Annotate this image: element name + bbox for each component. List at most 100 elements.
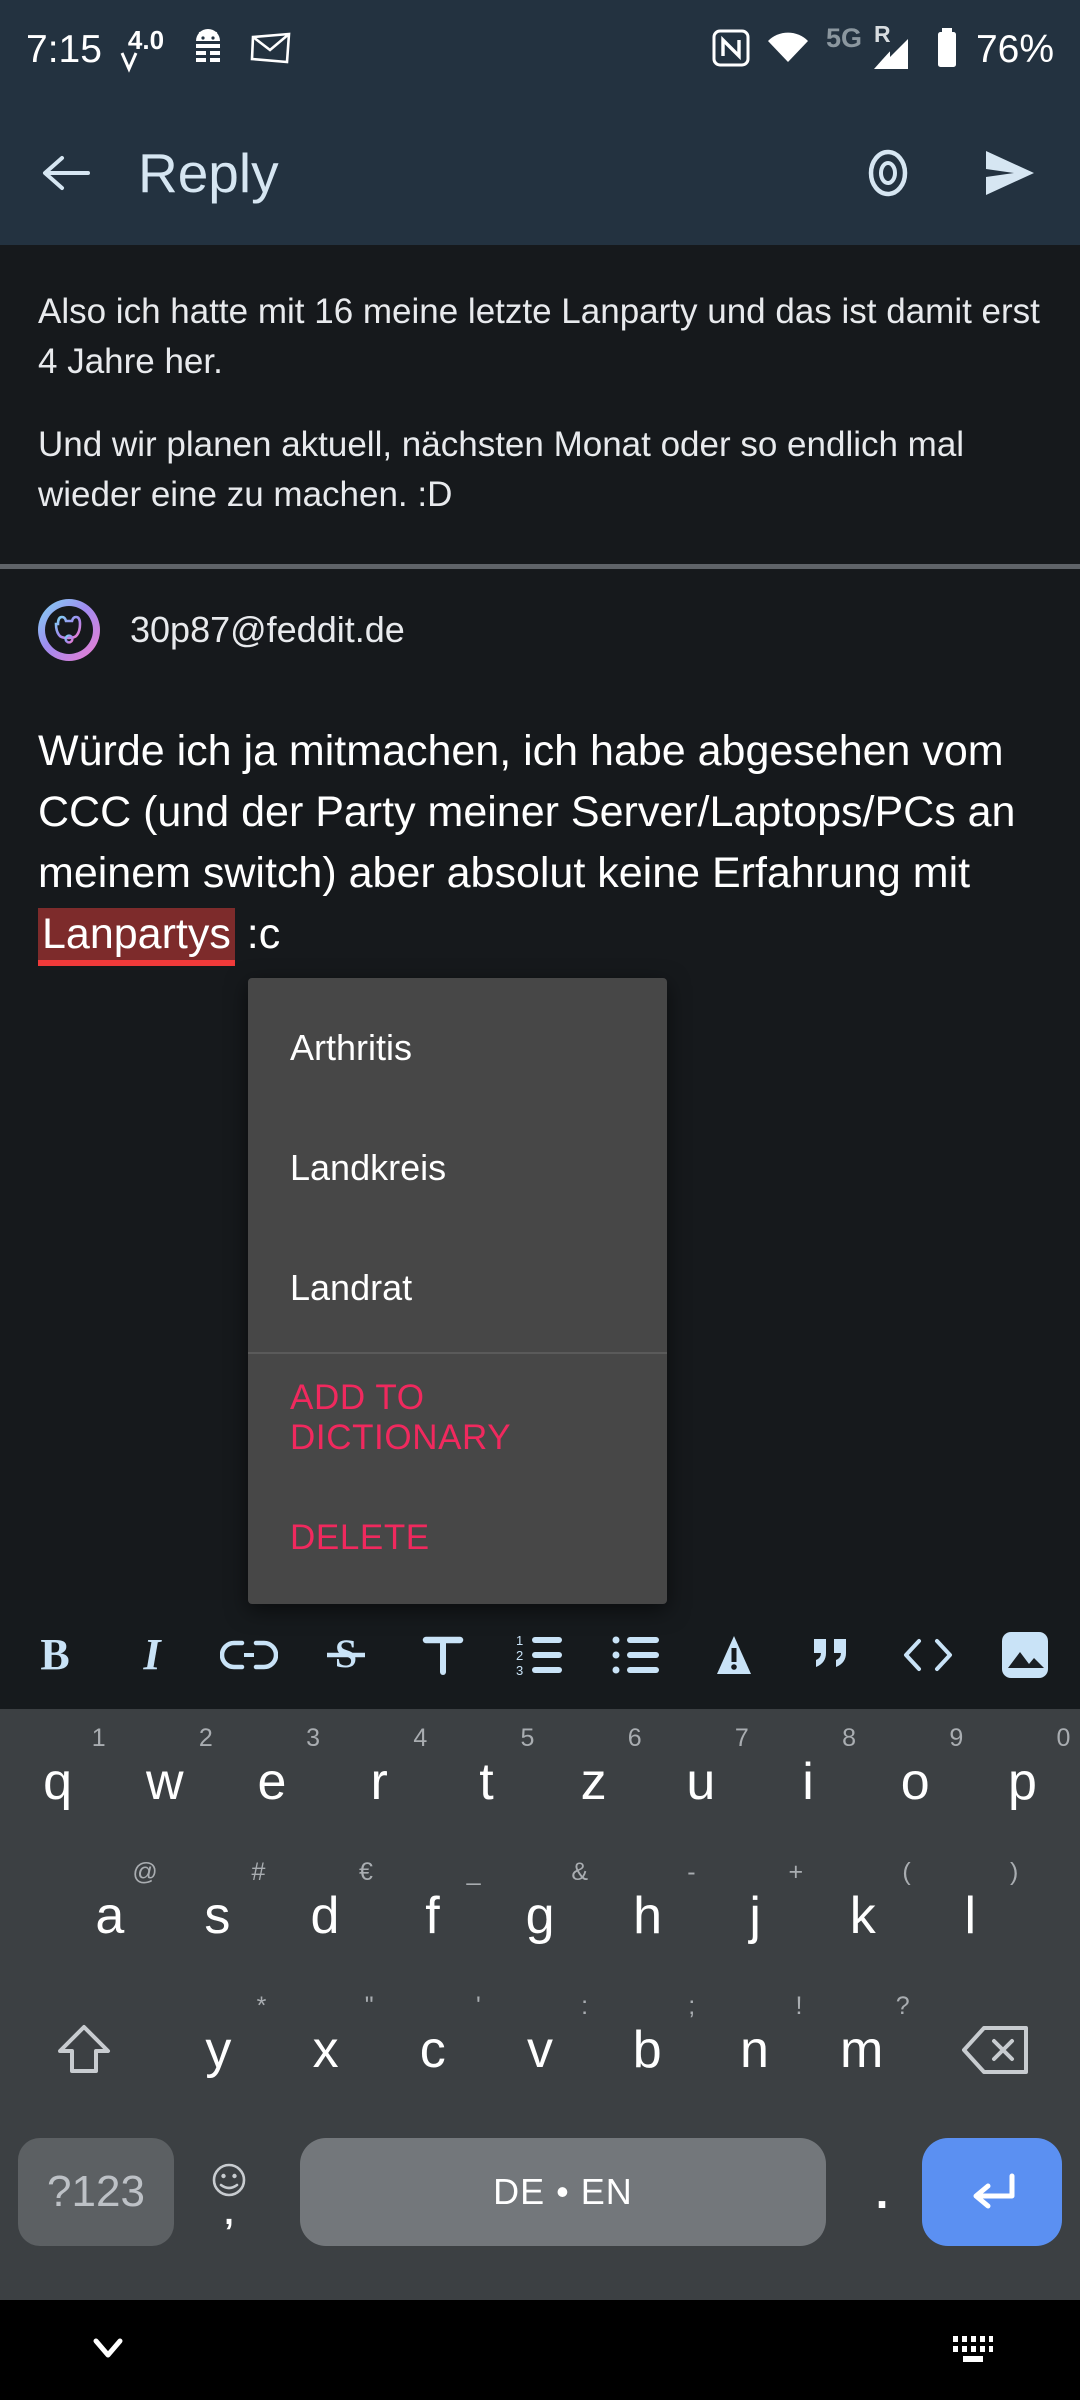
code-icon[interactable] xyxy=(891,1618,965,1692)
key-h[interactable]: -h xyxy=(594,1856,702,1976)
nfc-icon xyxy=(712,29,750,72)
avatar[interactable] xyxy=(38,598,100,661)
key-label: w xyxy=(146,1753,184,1811)
suggestion-item[interactable]: Landkreis xyxy=(248,1108,667,1228)
key-label: c xyxy=(419,2021,446,2079)
key-n[interactable]: ! n xyxy=(701,1990,808,2110)
svg-text:2: 2 xyxy=(516,1648,523,1663)
key-hint: - xyxy=(687,1858,696,1886)
bold-icon[interactable]: B xyxy=(18,1618,92,1692)
ordered-list-icon[interactable]: 1 2 3 xyxy=(503,1618,577,1692)
spoiler-icon[interactable] xyxy=(697,1618,771,1692)
key-p[interactable]: 0p xyxy=(969,1722,1076,1842)
key-hint: ' xyxy=(476,1992,481,2020)
image-icon[interactable] xyxy=(988,1618,1062,1692)
suggestion-item[interactable]: Arthritis xyxy=(248,988,667,1108)
key-c[interactable]: ' c xyxy=(379,1990,486,2110)
preview-eye-icon[interactable] xyxy=(858,149,918,197)
emoji-key[interactable]: , xyxy=(174,2138,284,2246)
key-r[interactable]: 4r xyxy=(326,1722,433,1842)
add-to-dictionary-button[interactable]: ADD TO DICTIONARY xyxy=(248,1358,667,1478)
key-label: h xyxy=(633,1887,663,1945)
space-key[interactable]: DE • EN xyxy=(300,2138,826,2246)
quoted-message: Also ich hatte mit 16 meine letzte Lanpa… xyxy=(0,245,1080,564)
key-hint: # xyxy=(251,1858,266,1886)
key-i[interactable]: 8i xyxy=(754,1722,861,1842)
status-clock: 7:15 xyxy=(26,28,102,71)
misspelled-word[interactable]: Lanpartys xyxy=(38,907,235,966)
spellcheck-suggestion-popup[interactable]: Arthritis Landkreis Landrat ADD TO DICTI… xyxy=(248,978,667,1604)
key-d[interactable]: € d xyxy=(271,1856,379,1976)
key-q[interactable]: 1q xyxy=(4,1722,111,1842)
back-button[interactable] xyxy=(40,148,96,198)
quote-icon[interactable] xyxy=(794,1618,868,1692)
android-debug-icon xyxy=(188,27,228,74)
key-u[interactable]: 7u xyxy=(647,1722,754,1842)
send-icon[interactable] xyxy=(980,147,1040,199)
key-hint: * xyxy=(256,1992,267,2020)
bullet-list-icon[interactable] xyxy=(600,1618,674,1692)
network-type-label: 5G xyxy=(825,23,862,53)
key-b[interactable]: ; b xyxy=(594,1990,701,2110)
key-label: b xyxy=(632,2021,662,2079)
delete-button[interactable]: DELETE xyxy=(248,1478,667,1598)
key-s[interactable]: # s xyxy=(164,1856,272,1976)
keyboard-row-3: * y " x ' c :v ; b ! n ? m xyxy=(0,1983,1080,2117)
strikethrough-icon[interactable]: S xyxy=(309,1618,383,1692)
key-hint: 7 xyxy=(734,1724,749,1752)
key-label: s xyxy=(204,1887,231,1945)
key-hint: 5 xyxy=(520,1724,535,1752)
key-hint: 1 xyxy=(91,1724,106,1752)
reply-text[interactable]: Würde ich ja mitmachen, ich habe abgeseh… xyxy=(38,721,1042,966)
key-hint: 8 xyxy=(842,1724,857,1752)
key-label: e xyxy=(257,1753,287,1811)
popup-divider xyxy=(248,1352,667,1354)
period-key[interactable]: . xyxy=(842,2138,922,2246)
key-label: i xyxy=(802,1753,814,1811)
key-v[interactable]: :v xyxy=(486,1990,593,2110)
key-j[interactable]: + j xyxy=(701,1856,809,1976)
wifi-icon xyxy=(766,30,810,71)
cat-avatar-icon xyxy=(54,615,82,644)
key-label: x xyxy=(312,2021,339,2079)
text-format-icon[interactable] xyxy=(406,1618,480,1692)
hide-keyboard-chevron-down-icon[interactable] xyxy=(84,2331,132,2370)
key-a[interactable]: @ a xyxy=(56,1856,164,1976)
reply-editor[interactable]: Würde ich ja mitmachen, ich habe abgeseh… xyxy=(0,661,1080,966)
key-m[interactable]: ? m xyxy=(808,1990,915,2110)
key-t[interactable]: 5t xyxy=(433,1722,540,1842)
italic-icon[interactable]: I xyxy=(115,1618,189,1692)
key-f[interactable]: _ f xyxy=(379,1856,487,1976)
svg-text:1: 1 xyxy=(516,1633,523,1648)
key-o[interactable]: 9o xyxy=(862,1722,969,1842)
soft-keyboard[interactable]: 1q 2w 3e 4r 5t 6z 7u 8i 9o 0p @ a # s € d _… xyxy=(0,1709,1080,2300)
key-e[interactable]: 3e xyxy=(218,1722,325,1842)
key-k[interactable]: (k xyxy=(809,1856,917,1976)
backspace-icon xyxy=(961,2026,1028,2074)
symbols-key[interactable]: ?123 xyxy=(18,2138,174,2246)
svg-text:3: 3 xyxy=(516,1663,523,1678)
enter-arrow-icon xyxy=(973,2173,1015,2209)
key-x[interactable]: " x xyxy=(272,1990,379,2110)
key-w[interactable]: 2w xyxy=(111,1722,218,1842)
status-bar-right: 5G R 76% xyxy=(712,21,1054,74)
key-y[interactable]: * y xyxy=(165,1990,272,2110)
keyboard-row-1: 1q 2w 3e 4r 5t 6z 7u 8i 9o 0p xyxy=(0,1715,1080,1849)
key-g[interactable]: & g xyxy=(486,1856,594,1976)
key-l[interactable]: ) l xyxy=(917,1856,1025,1976)
key-label: y xyxy=(205,2021,232,2079)
link-icon[interactable] xyxy=(212,1618,286,1692)
status-bar-left: 7:15 4.0 xyxy=(26,25,292,74)
shift-key[interactable] xyxy=(4,2019,165,2081)
key-z[interactable]: 6z xyxy=(540,1722,647,1842)
key-label: l xyxy=(964,1887,977,1945)
backspace-key[interactable] xyxy=(915,2022,1076,2078)
enter-key[interactable] xyxy=(922,2138,1062,2246)
author-name[interactable]: 30p87@feddit.de xyxy=(130,609,405,651)
key-hint: ( xyxy=(902,1858,911,1886)
comma-label: , xyxy=(224,2193,234,2232)
reply-text-before: Würde ich ja mitmachen, ich habe abgeseh… xyxy=(38,726,1016,897)
key-label: t xyxy=(479,1753,494,1811)
suggestion-item[interactable]: Landrat xyxy=(248,1228,667,1348)
switch-keyboard-icon[interactable] xyxy=(950,2330,996,2371)
